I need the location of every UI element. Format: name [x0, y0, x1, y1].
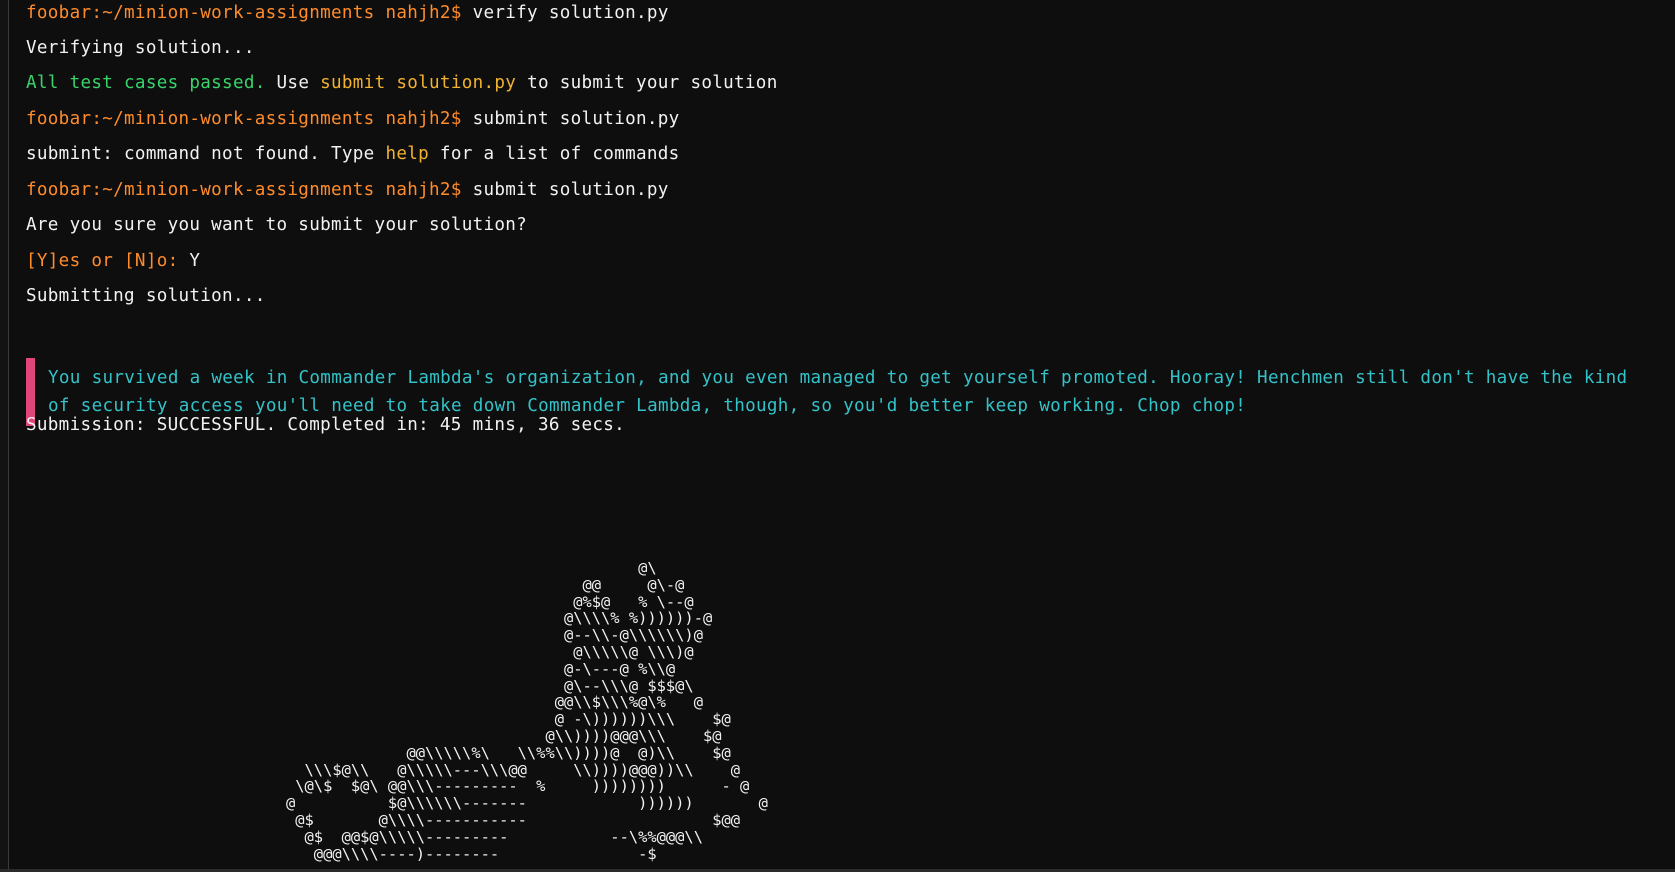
shell-prompt: foobar:~/minion-work-assignments nahjh2$ — [26, 180, 462, 200]
terminal-line-submitting: Submitting solution... — [26, 285, 266, 307]
terminal-line-confirm-question: Are you sure you want to submit your sol… — [26, 214, 527, 236]
command-hint: submit solution.py — [320, 73, 517, 93]
terminal-line-command-not-found: submint: command not found. Type help fo… — [26, 143, 680, 165]
output-text: Are you sure you want to submit your sol… — [26, 215, 528, 235]
output-text: Verifying solution... — [26, 38, 255, 58]
window-left-border — [0, 0, 9, 872]
output-text: Use — [265, 73, 321, 93]
result-text: Submission: SUCCESSFUL. Completed in: 45… — [26, 415, 626, 435]
yes-no-prompt: [Y]es or [N]o: — [26, 251, 179, 271]
output-text: for a list of commands — [429, 144, 680, 164]
message-text: You survived a week in Commander Lambda'… — [48, 368, 1628, 416]
command-text: verify solution.py — [461, 3, 669, 23]
terminal-line-submit-command: foobar:~/minion-work-assignments nahjh2$… — [26, 179, 669, 201]
output-text: to submit your solution — [516, 73, 778, 93]
output-text: Submitting solution... — [26, 286, 266, 306]
ascii-art-bunny-image: @\ @@ @\-@ @%$@ % \--@ @\\\\% %))))))-@ … — [286, 559, 768, 863]
terminal-line-submint-command: foobar:~/minion-work-assignments nahjh2$… — [26, 108, 680, 130]
terminal-line-verify-command: foobar:~/minion-work-assignments nahjh2$… — [26, 2, 669, 24]
terminal-line-verifying: Verifying solution... — [26, 37, 255, 59]
user-answer: Y — [178, 251, 201, 271]
help-command-hint: help — [385, 144, 430, 164]
command-text: submint solution.py — [461, 109, 680, 129]
output-text: submint: command not found. Type — [26, 144, 386, 164]
terminal-line-yes-no-prompt: [Y]es or [N]o: Y — [26, 250, 200, 272]
shell-prompt: foobar:~/minion-work-assignments nahjh2$ — [26, 109, 462, 129]
command-text: submit solution.py — [461, 180, 669, 200]
success-text: All test cases passed. — [26, 73, 266, 93]
shell-prompt: foobar:~/minion-work-assignments nahjh2$ — [26, 3, 462, 23]
terminal-line-tests-passed: All test cases passed. Use submit soluti… — [26, 72, 778, 94]
terminal-line-submission-result: Submission: SUCCESSFUL. Completed in: 45… — [26, 414, 625, 436]
